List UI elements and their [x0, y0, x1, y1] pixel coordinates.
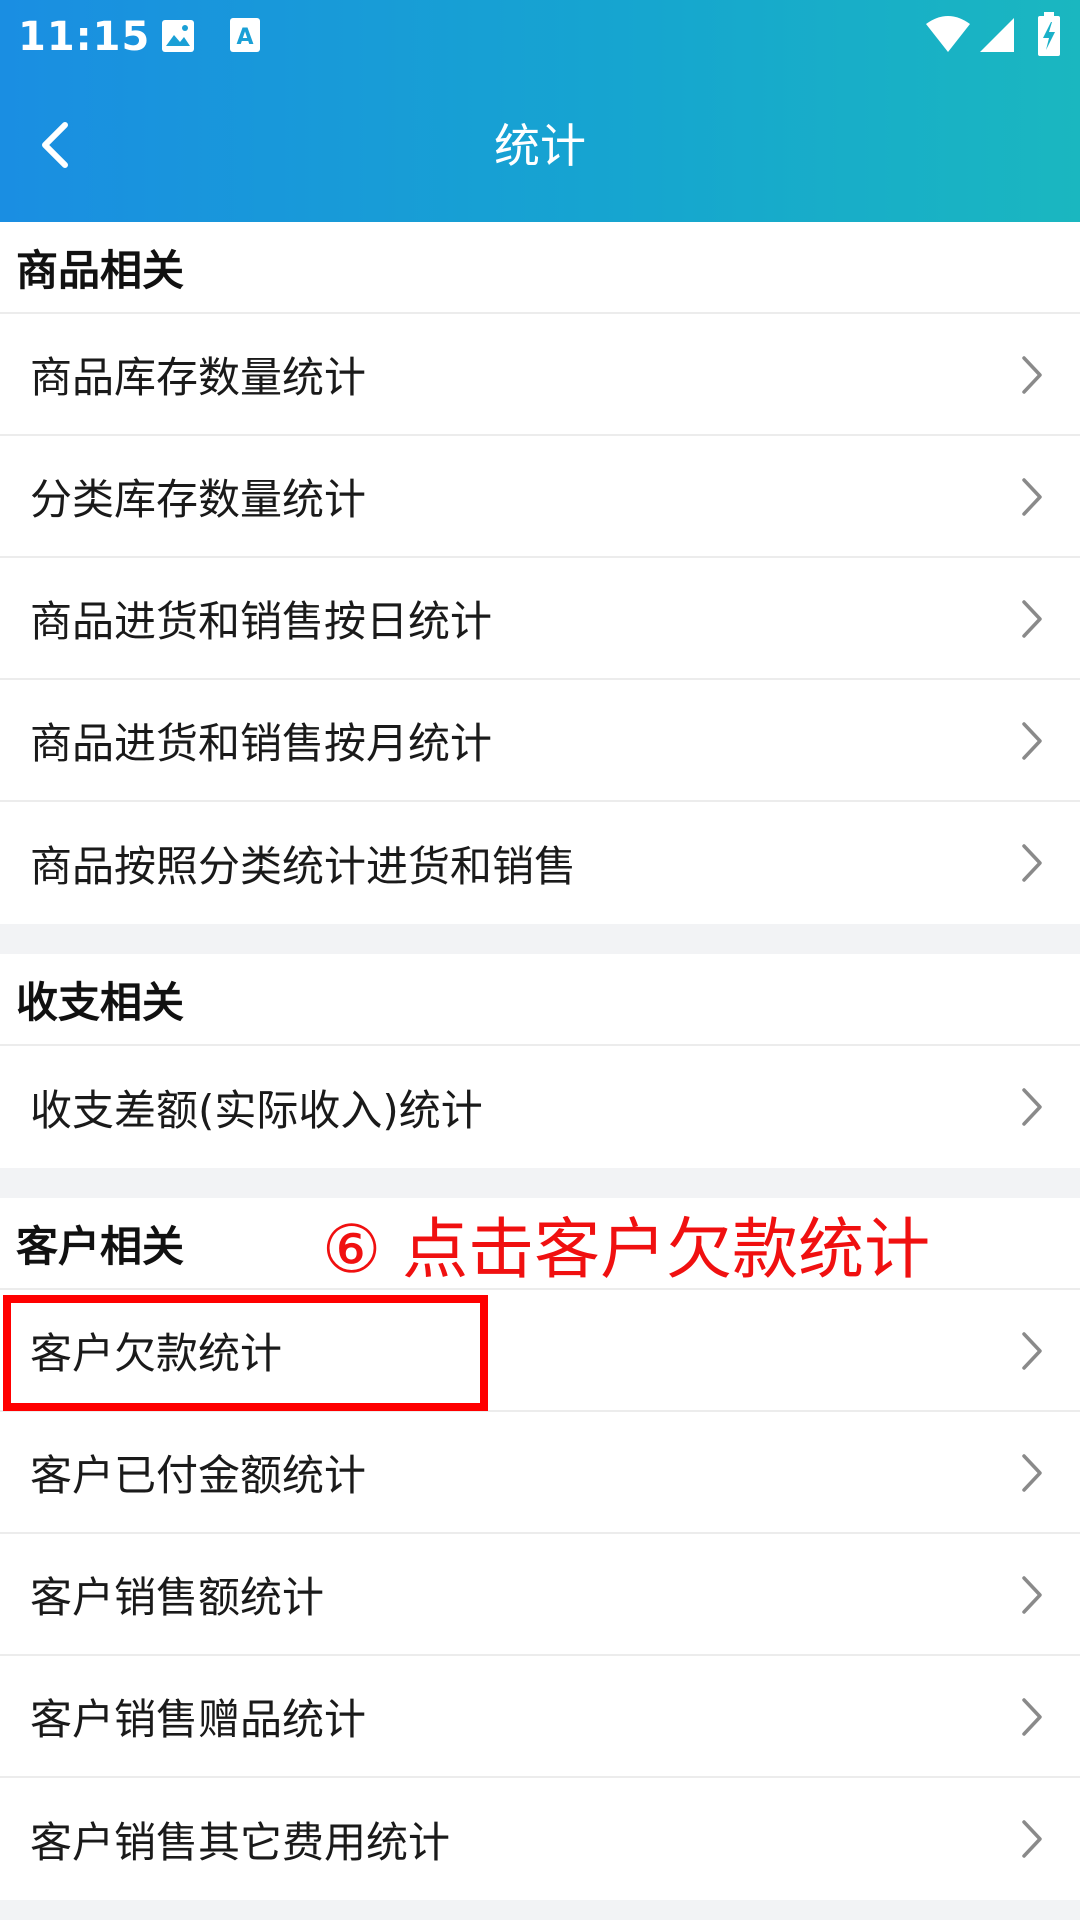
list-item-customer-other-fees[interactable]: 客户销售其它费用统计	[0, 1778, 1080, 1900]
chevron-right-icon	[1022, 722, 1042, 760]
chevron-right-icon	[1022, 1332, 1042, 1370]
toolbar: 统计	[0, 74, 1080, 222]
list-item-income-expense-diff[interactable]: 收支差额(实际收入)统计	[0, 1046, 1080, 1168]
section-header: 商品相关	[0, 222, 1080, 314]
list-item-goods-by-category[interactable]: 商品按照分类统计进货和销售	[0, 802, 1080, 924]
section-header: 客户相关 ⑥ 点击客户欠款统计	[0, 1198, 1080, 1290]
list-item-label: 收支差额(实际收入)统计	[30, 1085, 483, 1135]
image-icon	[162, 20, 194, 52]
chevron-right-icon	[1022, 1820, 1042, 1858]
chevron-right-icon	[1022, 1454, 1042, 1492]
list-item-goods-stock-quantity[interactable]: 商品库存数量统计	[0, 314, 1080, 436]
page-title: 统计	[494, 119, 586, 173]
section-divider	[0, 1168, 1080, 1198]
app-bar: 11:15 A 统计	[0, 0, 1080, 222]
chevron-right-icon	[1022, 1088, 1042, 1126]
list-item-category-stock-quantity[interactable]: 分类库存数量统计	[0, 436, 1080, 558]
list-item-label: 客户已付金额统计	[30, 1450, 367, 1500]
list-item-label: 客户销售赠品统计	[30, 1694, 367, 1744]
section-customers: 客户相关 ⑥ 点击客户欠款统计 客户欠款统计 客户已付金额统计 客户销售额统计 …	[0, 1198, 1080, 1900]
chevron-right-icon	[1022, 356, 1042, 394]
chevron-right-icon	[1022, 1576, 1042, 1614]
text-a-icon: A	[230, 18, 260, 52]
list-item-customer-gift-stats[interactable]: 客户销售赠品统计	[0, 1656, 1080, 1778]
section-title: 商品相关	[16, 245, 185, 295]
list-item-label: 客户销售其它费用统计	[30, 1817, 451, 1867]
chevron-right-icon	[1022, 478, 1042, 516]
list-item-customer-paid-amount[interactable]: 客户已付金额统计	[0, 1412, 1080, 1534]
svg-text:A: A	[236, 25, 253, 50]
list-item-goods-monthly-stats[interactable]: 商品进货和销售按月统计	[0, 680, 1080, 802]
section-title: 客户相关	[16, 1221, 185, 1271]
list-item-label: 客户销售额统计	[30, 1572, 325, 1622]
list-item-label: 商品进货和销售按日统计	[30, 596, 493, 646]
list-item-customer-sales-amount[interactable]: 客户销售额统计	[0, 1534, 1080, 1656]
section-divider	[0, 924, 1080, 954]
list-item-label: 商品库存数量统计	[30, 352, 367, 402]
status-time: 11:15	[18, 14, 151, 60]
list-item-label: 商品进货和销售按月统计	[30, 718, 493, 768]
list-item-label: 客户欠款统计	[30, 1328, 283, 1378]
chevron-right-icon	[1022, 600, 1042, 638]
section-title: 收支相关	[16, 977, 185, 1027]
signal-icon	[980, 18, 1014, 52]
chevron-right-icon	[1022, 1698, 1042, 1736]
battery-charging-icon	[1038, 12, 1060, 56]
status-bar: 11:15 A	[0, 0, 1080, 74]
section-income-expense: 收支相关 收支差额(实际收入)统计	[0, 954, 1080, 1168]
tutorial-annotation: ⑥ 点击客户欠款统计	[322, 1211, 931, 1288]
list-item-label: 商品按照分类统计进货和销售	[30, 841, 577, 891]
section-header: 收支相关	[0, 954, 1080, 1046]
list-item-label: 分类库存数量统计	[30, 474, 367, 524]
chevron-right-icon	[1022, 844, 1042, 882]
list-item-goods-daily-stats[interactable]: 商品进货和销售按日统计	[0, 558, 1080, 680]
stats-list: 商品相关 商品库存数量统计 分类库存数量统计 商品进货和销售按日统计 商品进货和…	[0, 222, 1080, 1900]
section-goods: 商品相关 商品库存数量统计 分类库存数量统计 商品进货和销售按日统计 商品进货和…	[0, 222, 1080, 924]
list-item-customer-debt[interactable]: 客户欠款统计	[0, 1290, 1080, 1412]
wifi-icon	[926, 16, 970, 52]
